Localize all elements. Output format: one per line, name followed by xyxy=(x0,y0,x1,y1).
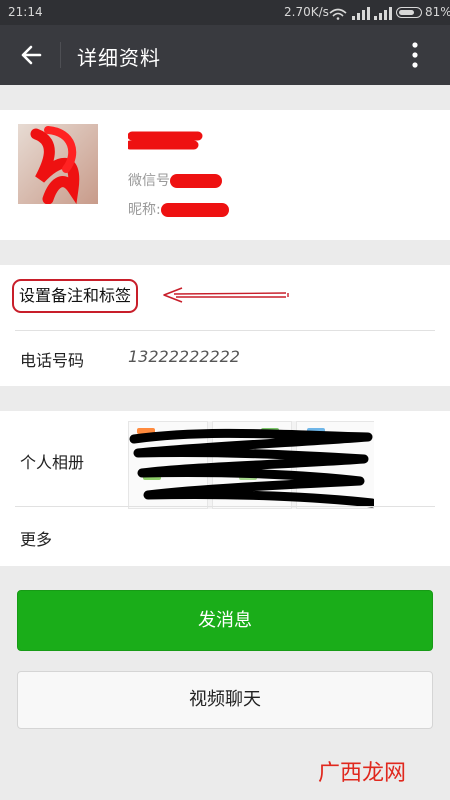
avatar[interactable] xyxy=(18,124,98,204)
album-thumbnails[interactable] xyxy=(128,421,374,509)
album-section: 个人相册 更多 xyxy=(0,411,450,566)
page-title: 详细资料 xyxy=(77,46,161,70)
watermark-logo: 广西龙网 xyxy=(318,761,407,786)
nickname-redaction xyxy=(160,203,229,217)
remark-row[interactable]: 设置备注和标签 xyxy=(0,265,450,330)
name-redaction xyxy=(128,131,203,150)
phone-value[interactable]: 13222222222 xyxy=(128,347,240,366)
battery-percent: 81% xyxy=(425,5,450,19)
video-chat-button[interactable]: 视频聊天 xyxy=(17,671,433,729)
status-bar: 21:14 2.70K/s 81% xyxy=(0,0,450,25)
redaction-scribble xyxy=(30,126,80,204)
send-message-button[interactable]: 发消息 xyxy=(17,590,433,651)
remark-label: 设置备注和标签 xyxy=(19,286,132,305)
status-time: 21:14 xyxy=(8,5,43,19)
battery-icon xyxy=(396,7,422,18)
app-bar: 详细资料 xyxy=(0,25,450,85)
annotation-arrow-icon xyxy=(163,287,289,303)
album-redaction-scribble xyxy=(129,428,374,508)
wechat-id-redaction xyxy=(170,174,222,188)
profile-card: 微信号 昵称: xyxy=(0,110,450,240)
wechat-id-label: 微信号 xyxy=(128,173,170,189)
more-row[interactable]: 更多 xyxy=(0,506,450,566)
more-label: 更多 xyxy=(20,530,53,549)
wechat-id-row: 微信号 xyxy=(128,170,222,190)
remark-highlight: 设置备注和标签 xyxy=(12,279,139,313)
more-vertical-icon[interactable] xyxy=(400,37,430,73)
nickname-label: 昵称: xyxy=(128,202,161,218)
arrow-left-icon[interactable] xyxy=(12,35,52,75)
nickname-row: 昵称: xyxy=(128,199,229,219)
network-speed: 2.70K/s xyxy=(284,5,329,19)
title-divider xyxy=(60,42,61,68)
row-divider xyxy=(15,330,435,331)
phone-label: 电话号码 xyxy=(20,351,85,370)
info-section: 设置备注和标签 电话号码 13222222222 xyxy=(0,265,450,386)
album-label: 个人相册 xyxy=(20,453,85,472)
signal-wifi-icons xyxy=(329,7,392,20)
battery-fill xyxy=(399,10,414,15)
